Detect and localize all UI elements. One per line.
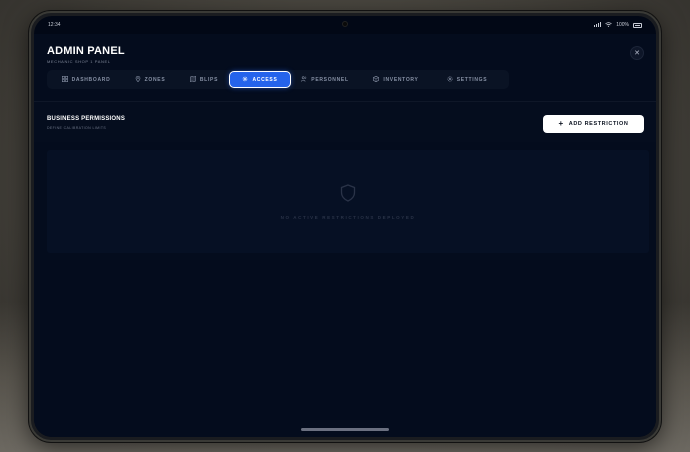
tab-personnel[interactable]: PERSONNEL: [290, 72, 360, 87]
status-icons: 100%: [594, 21, 642, 29]
page-title: ADMIN PANEL: [47, 45, 125, 57]
wifi-icon: [605, 21, 612, 29]
home-indicator[interactable]: [301, 428, 389, 431]
tab-label: BLIPS: [199, 76, 219, 83]
panel-header: ADMIN PANEL MECHANIC SHOP 1 PANEL: [47, 45, 125, 64]
shield-icon: [340, 183, 356, 207]
tab-zones[interactable]: ZONES: [122, 72, 178, 87]
tab-label: INVENTORY: [383, 76, 419, 83]
section-header: BUSINESS PERMISSIONS DEFINE CALIBRATION …: [34, 102, 656, 142]
empty-state: NO ACTIVE RESTRICTIONS DEPLOYED: [47, 150, 649, 253]
tab-dashboard[interactable]: DASHBOARD: [50, 72, 122, 87]
close-button[interactable]: ✕: [630, 46, 644, 60]
signal-icon: [594, 21, 602, 29]
empty-state-text: NO ACTIVE RESTRICTIONS DEPLOYED: [280, 214, 416, 220]
box-icon: [373, 75, 380, 84]
tab-blips[interactable]: BLIPS: [178, 72, 230, 87]
users-icon: [301, 75, 307, 84]
battery-icon: [633, 22, 642, 28]
page-subtitle: MECHANIC SHOP 1 PANEL: [47, 59, 111, 64]
front-camera: [342, 21, 348, 27]
tab-settings[interactable]: SETTINGS: [432, 72, 502, 87]
section-subtitle: DEFINE CALIBRATION LIMITS: [47, 126, 107, 130]
status-time: 12:34: [48, 22, 61, 28]
tab-label: SETTINGS: [456, 76, 488, 83]
tab-access[interactable]: ACCESS: [230, 72, 290, 87]
gear-icon: [242, 76, 248, 84]
tab-inventory[interactable]: INVENTORY: [360, 72, 432, 87]
add-restriction-button[interactable]: + ADD RESTRICTION: [543, 115, 644, 133]
tablet-frame: 12:34 100% ADMIN PANEL MECHANIC SHOP 1 P…: [29, 11, 661, 442]
settings-icon: [447, 75, 453, 84]
map-pin-icon: [135, 75, 141, 84]
tablet-screen: 12:34 100% ADMIN PANEL MECHANIC SHOP 1 P…: [34, 16, 656, 437]
dashboard-icon: [61, 75, 68, 84]
tab-label: ACCESS: [252, 76, 278, 83]
tab-label: DASHBOARD: [71, 76, 111, 83]
section-title: BUSINESS PERMISSIONS: [47, 116, 126, 122]
battery-percent: 100%: [616, 22, 629, 28]
plus-icon: +: [558, 119, 564, 128]
tab-bar: DASHBOARD ZONES BLIPS ACCESS PERSONNEL I…: [47, 70, 509, 89]
admin-panel: ADMIN PANEL MECHANIC SHOP 1 PANEL ✕ DASH…: [34, 34, 656, 437]
tab-label: PERSONNEL: [311, 76, 349, 83]
map-icon: [189, 75, 196, 84]
tab-label: ZONES: [144, 76, 166, 83]
add-restriction-label: ADD RESTRICTION: [568, 121, 629, 127]
close-icon: ✕: [634, 50, 640, 57]
